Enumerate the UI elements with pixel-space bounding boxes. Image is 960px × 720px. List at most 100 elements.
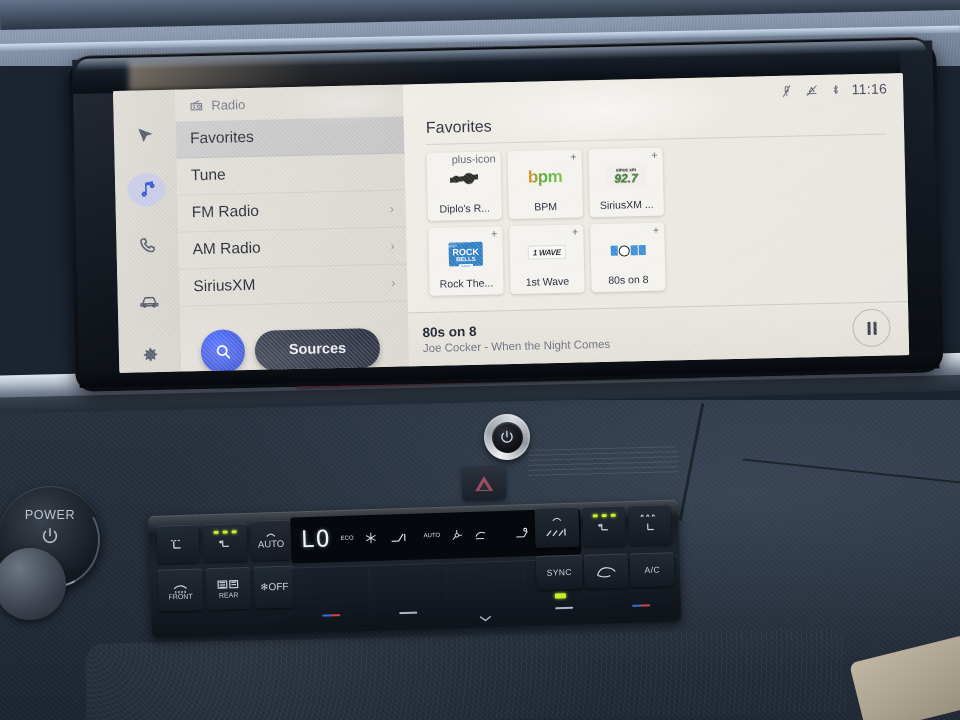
chevron-right-icon: ›	[389, 201, 394, 216]
recirculate-button[interactable]	[583, 553, 629, 589]
led-indicator	[610, 513, 616, 518]
plus-icon[interactable]: +	[653, 225, 660, 237]
start-button-face	[490, 420, 524, 454]
plus-icon[interactable]: +	[572, 227, 579, 239]
favorite-tile-label: BPM	[534, 200, 558, 214]
auto-indicator: AUTO	[423, 532, 441, 540]
sync-button[interactable]: SYNC	[535, 554, 583, 590]
ventilated-seat-driver-button[interactable]	[202, 522, 248, 563]
bottom-actions: Sources	[200, 326, 381, 373]
ventilated-seat-icon	[598, 523, 608, 531]
led-indicator	[231, 530, 237, 534]
sidebar-item-phone[interactable]	[128, 228, 167, 262]
list-item-am-radio[interactable]: AM Radio ›	[178, 227, 408, 270]
bluetooth-icon	[832, 85, 838, 95]
list-item-label: SiriusXM	[193, 276, 256, 296]
led-indicator	[213, 530, 219, 535]
climate-key-1[interactable]	[291, 565, 370, 630]
climate-mode-buttons: SYNC A/C	[535, 552, 675, 590]
sync-label: SYNC	[546, 567, 573, 578]
ac-button[interactable]: A/C	[629, 552, 675, 588]
favorite-tile-label: 1st Wave	[525, 275, 570, 289]
favorites-panel: 11:16 Favorites plus-icon Diplo's R... +…	[402, 73, 910, 367]
led-indicator	[222, 530, 228, 534]
favorite-tile-rock-the-bells[interactable]: + CLASSIC HIP HOP ROCK BELLS RADIO Rock The…	[428, 226, 504, 296]
gear-icon	[143, 347, 157, 362]
sidebar-item-settings[interactable]	[131, 339, 170, 373]
climate-key-2[interactable]	[369, 562, 447, 628]
list-item-label: Favorites	[189, 128, 255, 148]
now-playing-bar[interactable]: 80s on 8 Joe Cocker - When the Night Com…	[408, 301, 910, 367]
center-air-vent	[527, 446, 679, 480]
airflow-mode-button[interactable]	[534, 506, 580, 549]
passenger-airflow-icon	[516, 527, 529, 538]
radio-app: Radio Favorites Tune FM Radio › AM Radio…	[112, 73, 910, 373]
rear-defrost-button[interactable]: REAR	[205, 566, 252, 611]
infotainment-screen[interactable]: Radio Favorites Tune FM Radio › AM Radio…	[112, 73, 910, 373]
sync-active-led	[554, 593, 566, 599]
heated-seat-icon	[170, 539, 181, 549]
source-list-panel: Radio Favorites Tune FM Radio › AM Radio…	[174, 84, 410, 373]
pause-icon-bar2	[872, 321, 877, 335]
sidebar-item-media[interactable]	[126, 173, 166, 208]
ventilated-seat-icon	[219, 540, 229, 548]
heated-seat-driver-button[interactable]	[156, 524, 200, 564]
list-item-tune[interactable]: Tune	[176, 153, 406, 196]
auto-climate-button[interactable]: AUTO	[250, 519, 292, 561]
recirculate-icon	[596, 567, 616, 578]
chevron-right-icon: ›	[391, 275, 396, 290]
car-icon	[139, 296, 158, 308]
list-item-favorites[interactable]: Favorites	[175, 116, 405, 159]
favorite-tile-label: Rock The...	[439, 277, 494, 291]
plus-icon[interactable]: +	[570, 152, 577, 164]
ventilated-seat-passenger-button[interactable]	[582, 505, 626, 547]
source-list-header-label: Radio	[211, 96, 246, 113]
navigation-arrow-icon	[137, 128, 153, 143]
chevron-right-icon: ›	[390, 238, 395, 253]
pause-button[interactable]	[852, 308, 891, 348]
favorite-tile-first-wave[interactable]: + 1 WAVE 1st Wave	[509, 224, 585, 295]
radio-icon	[190, 100, 203, 111]
hazard-button[interactable]	[461, 465, 507, 501]
list-item-fm-radio[interactable]: FM Radio ›	[177, 190, 407, 233]
chevron-down-icon	[479, 615, 492, 622]
front-defrost-label: FRONT	[168, 593, 193, 601]
favorite-tile-siriusxm[interactable]: + sirius xm 92.7 SiriusXM ...	[588, 147, 664, 218]
now-playing-text: 80s on 8 Joe Cocker - When the Night Com…	[422, 320, 610, 354]
list-item-siriusxm[interactable]: SiriusXM ›	[179, 264, 408, 307]
phone-icon	[140, 238, 155, 253]
plus-icon[interactable]: +	[491, 228, 498, 240]
search-button[interactable]	[200, 329, 246, 373]
mic-muted-icon	[782, 84, 790, 97]
plus-icon[interactable]: plus-icon	[451, 153, 495, 166]
sources-button[interactable]: Sources	[254, 328, 381, 371]
favorite-tile-bpm[interactable]: + bpm BPM	[507, 149, 583, 220]
plus-icon[interactable]: +	[651, 150, 658, 162]
ac-label: A/C	[644, 564, 661, 575]
status-clock: 11:16	[851, 80, 888, 98]
vehicle-interior: SCAN FOR MORE INFO VEHICLE DATA TRANSMIS…	[0, 0, 960, 720]
ac-off-button[interactable]: ❄OFF	[253, 565, 296, 609]
power-icon	[501, 430, 513, 443]
led-indicator	[592, 514, 598, 518]
climate-key-3[interactable]	[446, 560, 525, 625]
favorites-grid: plus-icon Diplo's R... + bpm BPM + siriu…	[404, 138, 737, 296]
favorite-tile-diplo[interactable]: plus-icon Diplo's R...	[426, 151, 503, 221]
driver-temperature: LO	[300, 526, 332, 554]
heated-seat-icon	[647, 523, 654, 531]
rock-the-bells-logo: CLASSIC HIP HOP ROCK BELLS RADIO	[444, 241, 487, 268]
front-defrost-button[interactable]: FRONT	[157, 568, 204, 612]
eco-indicator: ECO	[340, 535, 354, 542]
pause-icon	[866, 321, 871, 335]
heated-seat-passenger-button[interactable]	[628, 504, 672, 546]
list-item-label: AM Radio	[192, 239, 261, 259]
sidebar-item-navigation[interactable]	[126, 118, 165, 152]
sidebar-item-vehicle[interactable]	[129, 283, 168, 317]
app-rail	[112, 89, 182, 373]
auto-button-label: AUTO	[257, 538, 285, 551]
airflow-direction-icon	[546, 528, 566, 537]
favorite-tile-80s-on-8[interactable]: + 80s on 8	[590, 222, 666, 293]
front-defrost-icon	[173, 584, 187, 593]
passenger-seat-pads	[534, 504, 672, 549]
snowflake-icon	[365, 532, 376, 544]
